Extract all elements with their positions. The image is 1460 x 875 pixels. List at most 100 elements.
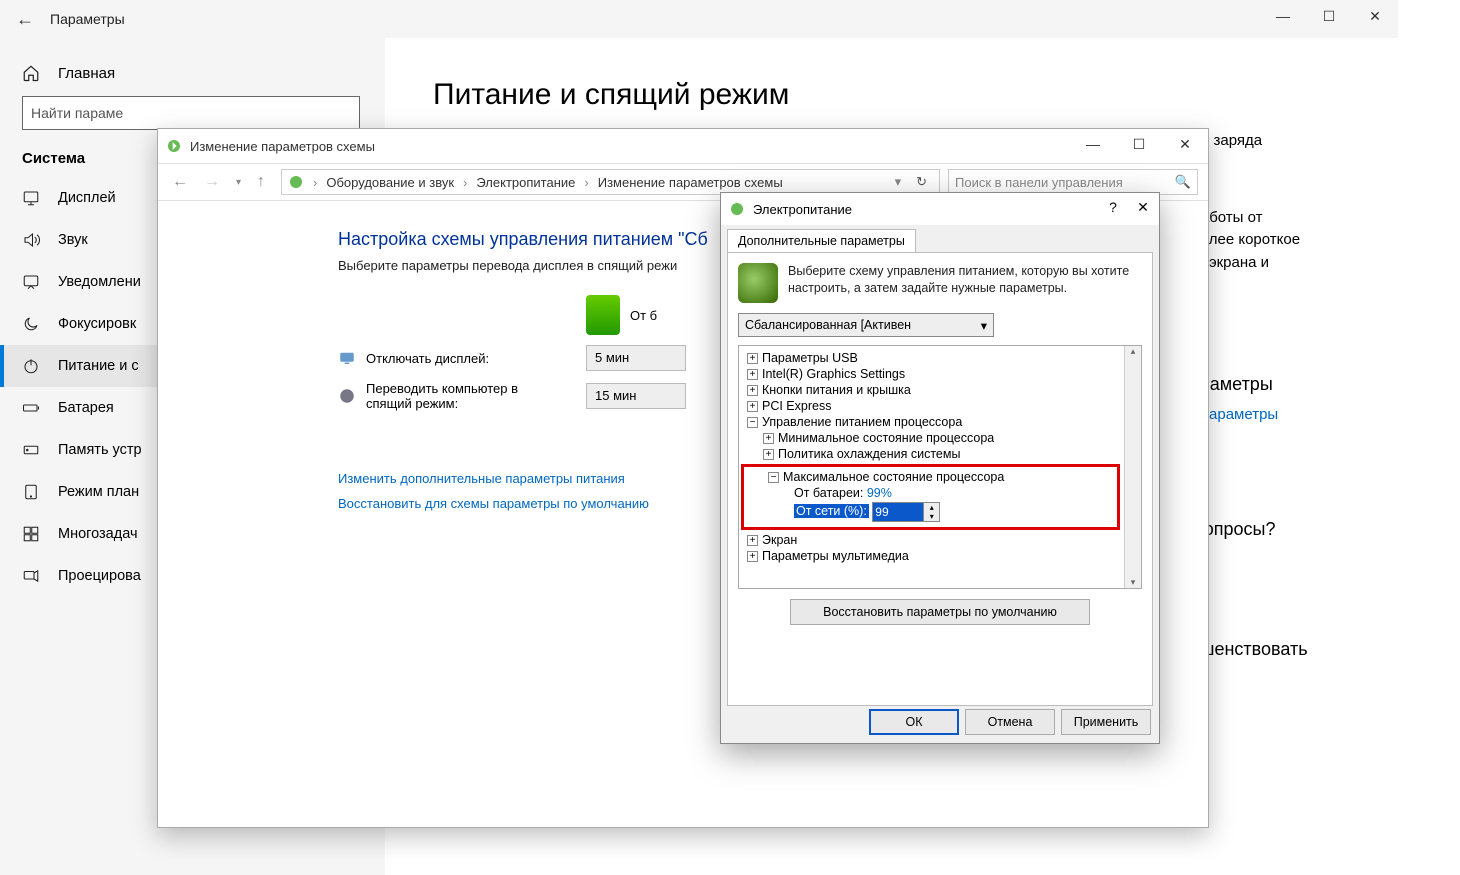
maximize-button[interactable]: ☐ — [1306, 0, 1352, 32]
spinner-arrows[interactable]: ▴▾ — [923, 503, 939, 521]
po-titlebar: Электропитание ? ✕ — [721, 193, 1159, 225]
home-nav[interactable]: Главная — [0, 56, 385, 96]
power-icon — [22, 357, 40, 375]
tree-item-screen[interactable]: Экран — [762, 533, 797, 547]
apply-button[interactable]: Применить — [1061, 709, 1151, 735]
search-icon: 🔍 — [1175, 174, 1191, 190]
display-off-battery-select[interactable]: 5 мин — [586, 345, 686, 371]
refresh-icon[interactable]: ↻ — [910, 174, 933, 190]
sound-icon — [22, 231, 40, 249]
rp-text: ии и заряда — [1180, 130, 1400, 153]
rp-text: в более короткое — [1180, 229, 1400, 252]
sidebar-item-label: Проецирова — [58, 568, 141, 584]
tree-item-multimedia[interactable]: Параметры мультимедиа — [762, 549, 909, 563]
close-button[interactable]: ✕ — [1352, 0, 1398, 32]
chevron-down-icon: ▾ — [981, 318, 987, 333]
tree-item-buttons[interactable]: Кнопки питания и крышка — [762, 383, 911, 397]
sidebar-item-label: Дисплей — [58, 190, 116, 206]
tab-advanced[interactable]: Дополнительные параметры — [727, 229, 916, 252]
po-title: Электропитание — [753, 202, 852, 217]
sleep-icon — [338, 387, 356, 405]
display-off-icon — [338, 349, 356, 367]
window-controls: — ☐ ✕ — [1260, 0, 1398, 32]
minimize-button[interactable]: — — [1260, 0, 1306, 32]
cp-maximize-button[interactable]: ☐ — [1116, 129, 1162, 159]
tree-item-usb[interactable]: Параметры USB — [762, 351, 858, 365]
ok-button[interactable]: ОК — [869, 709, 959, 735]
right-panel: ии и заряда а работы от в более короткое… — [1180, 130, 1400, 669]
tree-item-cpu-min[interactable]: Минимальное состояние процессора — [778, 431, 994, 445]
sidebar-item-label: Звук — [58, 232, 88, 248]
power-plug-icon — [738, 263, 778, 303]
nav-back-button[interactable]: ← — [168, 173, 192, 191]
tree-item-cpu-max[interactable]: Максимальное состояние процессора — [783, 470, 1004, 484]
rp-text: ния экрана и — [1180, 252, 1400, 275]
multi-icon — [22, 525, 40, 543]
sidebar-item-label: Питание и с — [58, 358, 139, 374]
notify-icon — [22, 273, 40, 291]
tree-item-pci[interactable]: PCI Express — [762, 399, 831, 413]
display-off-label: Отключать дисплей: — [366, 351, 489, 366]
breadcrumb-item[interactable]: Изменение параметров схемы — [598, 175, 783, 190]
search-input[interactable]: Найти параме — [22, 96, 360, 130]
rp-link[interactable]: ие параметры — [1180, 404, 1400, 427]
cp-titlebar: Изменение параметров схемы — ☐ ✕ — [158, 129, 1208, 163]
page-title: Питание и спящий режим — [433, 78, 1205, 112]
po-close-button[interactable]: ✕ — [1129, 195, 1157, 219]
battery-icon — [22, 399, 40, 417]
sidebar-item-label: Батарея — [58, 400, 114, 416]
battery-icon — [586, 295, 620, 335]
nav-up-button[interactable]: ↑ — [253, 173, 269, 191]
tree-scrollbar[interactable] — [1124, 346, 1141, 588]
tree-item-cpu[interactable]: Управление питанием процессора — [762, 415, 962, 429]
restore-defaults-button[interactable]: Восстановить параметры по умолчанию — [790, 599, 1090, 625]
cp-search-placeholder: Поиск в панели управления — [955, 175, 1123, 190]
sleep-battery-select[interactable]: 15 мин — [586, 383, 686, 409]
power-options-dialog: Электропитание ? ✕ Дополнительные параме… — [720, 192, 1160, 744]
cpu-max-plugged-spinner[interactable]: ▴▾ — [872, 502, 940, 522]
rp-heading: ь вопросы? — [1180, 516, 1400, 543]
cancel-button[interactable]: Отмена — [965, 709, 1055, 735]
cp-title: Изменение параметров схемы — [190, 139, 375, 154]
nav-recent-button[interactable]: ▾ — [232, 177, 245, 188]
cpu-max-plugged-input[interactable] — [873, 503, 923, 521]
cp-minimize-button[interactable]: — — [1070, 129, 1116, 159]
nav-forward-button[interactable]: → — [200, 173, 224, 191]
scheme-select[interactable]: Сбалансированная [Активен ▾ — [738, 313, 994, 337]
home-label: Главная — [58, 65, 115, 82]
rp-text: а. — [1180, 274, 1400, 297]
sidebar-item-label: Режим план — [58, 484, 139, 500]
tree-item-intel[interactable]: Intel(R) Graphics Settings — [762, 367, 905, 381]
rp-text: а работы от — [1180, 207, 1400, 230]
help-button[interactable]: ? — [1099, 195, 1127, 219]
rp-link[interactable]: щь — [1180, 549, 1400, 572]
highlighted-section: −Максимальное состояние процессора От ба… — [741, 464, 1120, 530]
cpu-max-battery-value[interactable]: 99% — [867, 486, 892, 500]
breadcrumb-item[interactable]: Электропитание — [476, 175, 575, 190]
sidebar-item-label: Многозадач — [58, 526, 138, 542]
sleep-label: Переводить компьютер в спящий режим: — [366, 381, 566, 411]
tablet-icon — [22, 483, 40, 501]
settings-tree[interactable]: +Параметры USB +Intel(R) Graphics Settin… — [739, 346, 1124, 588]
po-description: Выберите схему управления питанием, кото… — [788, 263, 1142, 303]
display-icon — [22, 189, 40, 207]
tree-item-cooling[interactable]: Политика охлаждения системы — [778, 447, 960, 461]
focus-icon — [22, 315, 40, 333]
power-options-icon — [729, 201, 745, 217]
home-icon — [22, 64, 40, 82]
back-button[interactable]: ← — [0, 9, 50, 30]
settings-title: Параметры — [50, 11, 125, 27]
power-plan-icon — [288, 174, 304, 190]
sidebar-item-label: Память устр — [58, 442, 142, 458]
settings-titlebar: ← Параметры — ☐ ✕ — [0, 0, 1398, 38]
rp-heading: ершенствовать — [1180, 636, 1400, 663]
cp-window-controls: — ☐ ✕ — [1070, 129, 1208, 159]
sidebar-item-label: Уведомлени — [58, 274, 141, 290]
scheme-value: Сбалансированная [Активен — [745, 318, 911, 332]
on-battery-label: От б — [630, 308, 657, 323]
project-icon — [22, 567, 40, 585]
breadcrumb-item[interactable]: Оборудование и звук — [326, 175, 454, 190]
po-panel: Выберите схему управления питанием, кото… — [727, 252, 1153, 706]
cp-close-button[interactable]: ✕ — [1162, 129, 1208, 159]
sidebar-item-label: Фокусировк — [58, 316, 136, 332]
